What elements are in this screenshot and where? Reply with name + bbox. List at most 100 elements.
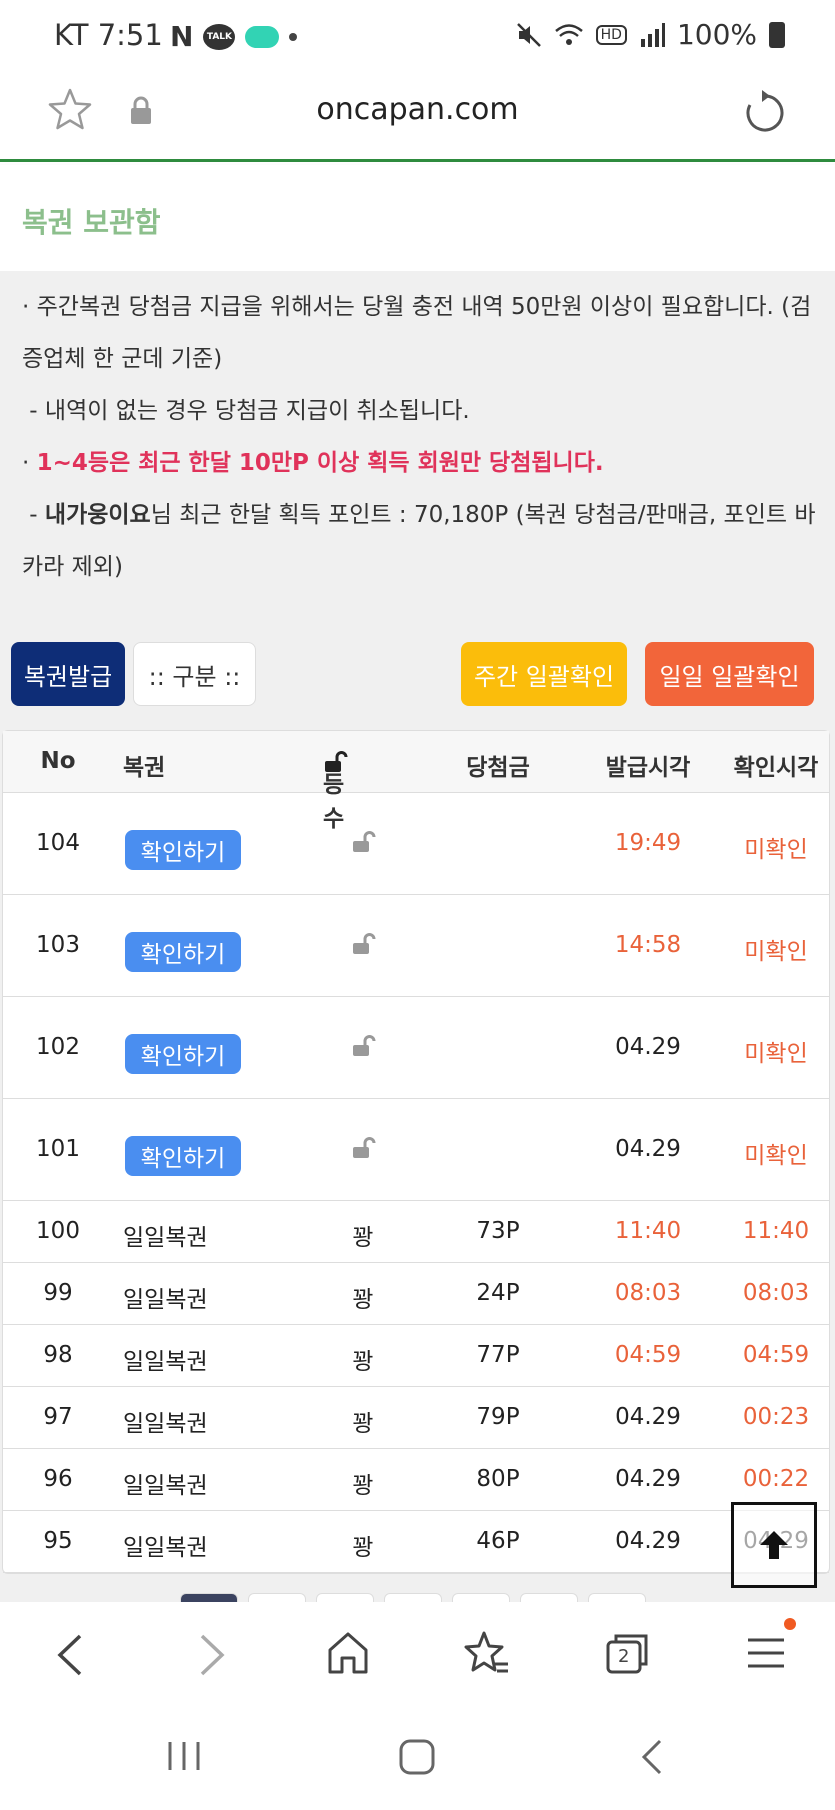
division-select[interactable]: :: 구분 :: <box>133 642 256 706</box>
row-no: 103 <box>36 932 80 958</box>
notice-box: · 주간복권 당첨금 지급을 위해서는 당월 충전 내역 50만원 이상이 필요… <box>22 281 822 593</box>
status-system-icons: HD 100% <box>516 18 785 51</box>
prize-value: 79P <box>476 1404 520 1430</box>
page-title: 복권 보관함 <box>22 206 161 239</box>
checked-time: 11:40 <box>742 1218 810 1244</box>
lock-icon[interactable] <box>128 96 154 126</box>
chevron-right-icon[interactable] <box>194 1630 230 1680</box>
rank-value: 꽝 <box>352 1473 374 1499</box>
row-no: 96 <box>43 1466 73 1492</box>
scroll-to-top-button[interactable] <box>731 1502 817 1588</box>
lottery-name: 일일복권 <box>123 1473 208 1499</box>
lottery-name: 일일복권 <box>123 1225 208 1251</box>
battery-percent: 100% <box>676 18 757 51</box>
confirm-button[interactable]: 확인하기 <box>125 1034 241 1074</box>
url-text[interactable]: oncapan.com <box>0 92 835 127</box>
checked-status: 미확인 <box>744 1041 808 1067</box>
unlock-icon <box>353 1137 376 1158</box>
rank-value: 꽝 <box>352 1411 374 1437</box>
header-rank[interactable]: 등수 <box>323 748 349 832</box>
issued-time: 04.29 <box>615 1136 681 1162</box>
issued-time: 14:58 <box>614 932 682 958</box>
lottery-name: 일일복권 <box>123 1349 208 1375</box>
issued-time: 19:49 <box>614 830 682 856</box>
rank-value: 꽝 <box>352 1225 374 1251</box>
row-no: 95 <box>43 1528 73 1554</box>
tab-count: 2 <box>618 1646 630 1667</box>
table-row: 104주간복권확인하기19:49미확인 <box>3 793 829 895</box>
notice-line: - 내역이 없는 경우 당첨금 지급이 취소됩니다. <box>22 398 470 424</box>
talk-icon: TALK <box>203 23 236 50</box>
home-square-icon[interactable] <box>398 1738 436 1776</box>
checked-time: 00:22 <box>742 1466 810 1492</box>
browser-nav-bar: 2 <box>0 1602 835 1704</box>
header-prize: 당첨금 <box>466 755 530 781</box>
confirm-button[interactable]: 확인하기 <box>125 1136 241 1176</box>
prize-value: 77P <box>476 1342 520 1368</box>
prize-value: 24P <box>476 1280 520 1306</box>
issued-time: 04.29 <box>615 1034 681 1060</box>
issued-time: 04.29 <box>615 1404 681 1430</box>
table-row: 101주간복권확인하기04.29미확인 <box>3 1099 829 1201</box>
header-issued-time: 발급시각 <box>605 755 691 781</box>
browser-address-bar: oncapan.com <box>0 74 835 162</box>
recent-apps-icon[interactable] <box>166 1738 202 1774</box>
home-icon[interactable] <box>326 1630 370 1676</box>
row-no: 97 <box>43 1404 73 1430</box>
daily-confirm-all-button[interactable]: 일일 일괄확인 <box>645 642 814 706</box>
row-no: 101 <box>36 1136 80 1162</box>
confirm-button[interactable]: 확인하기 <box>125 830 241 870</box>
status-time: KT 7:51 <box>54 18 163 52</box>
notice-line: · 주간복권 당첨금 지급을 위해서는 당월 충전 내역 50만원 이상이 필요… <box>22 294 812 372</box>
lottery-name: 일일복권 <box>123 1535 208 1561</box>
unlock-icon <box>353 933 376 954</box>
issued-time: 04:59 <box>614 1342 682 1368</box>
checked-status: 미확인 <box>744 939 808 965</box>
rank-value: 꽝 <box>352 1349 374 1375</box>
table-row: 102주간복권확인하기04.29미확인 <box>3 997 829 1099</box>
notification-dot-icon <box>784 1618 796 1630</box>
status-notification-icons: N TALK <box>170 20 298 53</box>
bookmark-star-icon[interactable] <box>464 1630 510 1676</box>
issue-lottery-button[interactable]: 복권발급 <box>11 642 125 706</box>
row-no: 98 <box>43 1342 73 1368</box>
header-checked-time: 확인시각 <box>733 755 819 781</box>
system-back-icon[interactable] <box>638 1738 666 1776</box>
rank-value: 꽝 <box>352 1535 374 1561</box>
table-row: 95일일복권꽝46P04.2904.29 <box>3 1511 829 1573</box>
lottery-name: 일일복권 <box>123 1287 208 1313</box>
header-lottery: 복권 <box>123 755 166 781</box>
row-no: 100 <box>36 1218 80 1244</box>
header-no: No <box>40 748 76 774</box>
table-row: 103주간복권확인하기14:58미확인 <box>3 895 829 997</box>
chevron-left-icon[interactable] <box>52 1630 88 1680</box>
hamburger-menu-icon <box>748 1638 784 1668</box>
unlock-icon <box>353 1035 376 1056</box>
prize-value: 80P <box>476 1466 520 1492</box>
lottery-name: 일일복권 <box>123 1411 208 1437</box>
table-header: No 복권 등수 당첨금 발급시각 확인시각 <box>3 731 829 832</box>
star-icon[interactable] <box>46 86 94 134</box>
notice-dash: - <box>22 502 45 528</box>
signal-icon <box>640 22 665 47</box>
tabs-button[interactable]: 2 <box>604 1630 650 1680</box>
checked-time: 04:59 <box>742 1342 810 1368</box>
checked-status: 미확인 <box>744 1143 808 1169</box>
rank-value: 꽝 <box>352 1287 374 1313</box>
unlock-icon <box>353 831 376 852</box>
table-row: 98 일일복권 꽝 77P 04:59 04:59 <box>3 1325 829 1387</box>
weekly-confirm-all-button[interactable]: 주간 일괄확인 <box>461 642 627 706</box>
wifi-icon <box>554 23 583 45</box>
issued-time: 11:40 <box>614 1218 682 1244</box>
confirm-button[interactable]: 확인하기 <box>125 932 241 972</box>
mute-icon <box>516 22 541 47</box>
issued-time: 04.29 <box>615 1466 681 1492</box>
menu-button[interactable] <box>746 1618 796 1680</box>
system-nav-bar <box>0 1704 835 1810</box>
reload-icon[interactable] <box>740 88 790 138</box>
n-app-icon: N <box>170 20 194 53</box>
table-row: 100 일일복권 꽝 73P 11:40 11:40 <box>3 1201 829 1263</box>
issued-time: 08:03 <box>614 1280 682 1306</box>
notice-bullet: · <box>22 450 37 476</box>
lottery-table: No 복권 등수 당첨금 발급시각 확인시각 104주간복권확인하기19:49미… <box>2 730 830 1574</box>
